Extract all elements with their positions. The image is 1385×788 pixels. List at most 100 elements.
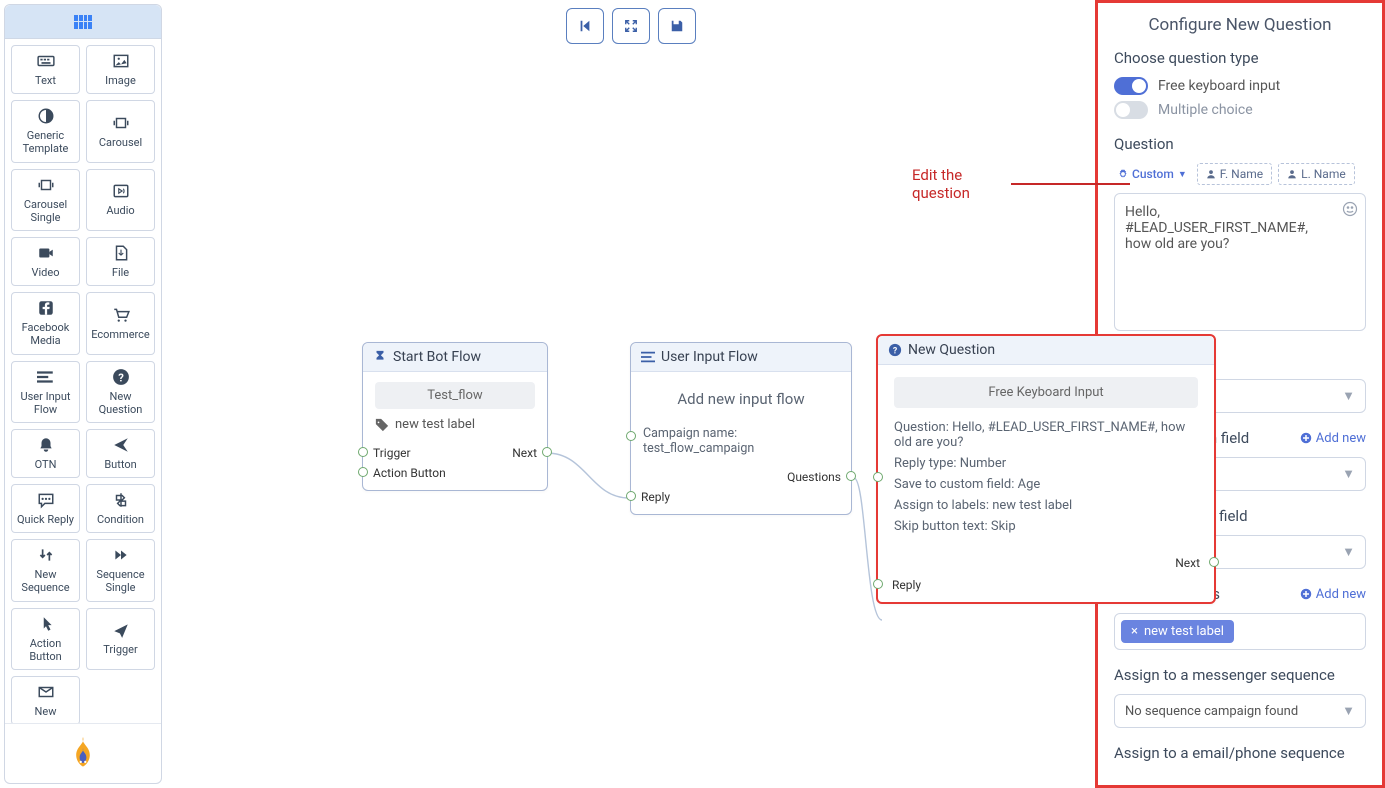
tool-label: Action Button xyxy=(14,637,77,663)
tool-label: Image xyxy=(105,74,136,87)
question-textarea[interactable] xyxy=(1114,193,1366,331)
tool-sequence-single[interactable]: Sequence Single xyxy=(86,539,155,601)
node-header: User Input Flow xyxy=(631,343,851,372)
emoji-button[interactable] xyxy=(1342,201,1358,221)
collapse-button[interactable] xyxy=(612,8,650,44)
node-title: Start Bot Flow xyxy=(393,349,481,365)
port-dot[interactable] xyxy=(358,467,368,477)
campaign-name: Campaign name: test_flow_campaign xyxy=(643,426,839,456)
tool-quick-reply[interactable]: Quick Reply xyxy=(11,484,80,533)
pointer-icon xyxy=(36,615,56,633)
tool-label: Condition xyxy=(97,513,144,526)
tool-label: Audio xyxy=(106,204,134,217)
tool-new[interactable]: New xyxy=(11,676,80,723)
tool-label: User Input Flow xyxy=(14,390,77,416)
tool-label: Carousel Single xyxy=(14,198,77,224)
lines-icon xyxy=(36,368,56,386)
svg-text:?: ? xyxy=(118,371,124,384)
port-questions-label: Questions xyxy=(787,470,841,484)
label-row: new test label xyxy=(375,417,535,432)
fname-var-button[interactable]: F. Name xyxy=(1197,163,1272,185)
save-button[interactable] xyxy=(658,8,696,44)
start-bot-flow-node[interactable]: Start Bot Flow Test_flow new test label … xyxy=(362,342,548,491)
port-dot[interactable] xyxy=(846,471,856,481)
tool-label: Text xyxy=(35,74,56,87)
port-next-label: Next xyxy=(1175,556,1200,570)
port-dot[interactable] xyxy=(1209,557,1219,567)
tool-label: Carousel xyxy=(99,136,142,149)
tool-action-button[interactable]: Action Button xyxy=(11,608,80,670)
new-question-node[interactable]: ? New Question Free Keyboard Input Quest… xyxy=(876,334,1216,604)
tool-carousel-single[interactable]: Carousel Single xyxy=(11,169,80,231)
rewind-button[interactable] xyxy=(566,8,604,44)
multiple-choice-switch[interactable] xyxy=(1114,101,1148,119)
tool-label: Video xyxy=(32,266,60,279)
add-input-flow-text: Add new input flow xyxy=(643,390,839,408)
tool-video[interactable]: Video xyxy=(11,237,80,286)
node-title: User Input Flow xyxy=(661,349,758,365)
tool-facebook-media[interactable]: Facebook Media xyxy=(11,292,80,354)
port-action-label: Action Button xyxy=(373,466,446,480)
tool-label: Sequence Single xyxy=(89,568,152,594)
carousel-icon xyxy=(36,176,56,194)
free-input-toggle-row: Free keyboard input xyxy=(1114,77,1366,95)
tool-condition[interactable]: Condition xyxy=(86,484,155,533)
tool-user-input-flow[interactable]: User Input Flow xyxy=(11,361,80,423)
tool-label: OTN xyxy=(35,458,57,471)
tool-trigger[interactable]: Trigger xyxy=(86,608,155,670)
port-dot[interactable] xyxy=(358,447,368,457)
tool-otn[interactable]: OTN xyxy=(11,429,80,478)
flow-name: Test_flow xyxy=(375,382,535,409)
tool-file[interactable]: File xyxy=(86,237,155,286)
save-custom-line: Save to custom field: Age xyxy=(894,477,1198,492)
facebook-icon xyxy=(36,299,56,317)
canvas-toolbar xyxy=(566,8,696,44)
label-pill-text: new test label xyxy=(1144,624,1224,639)
question-textarea-wrap xyxy=(1114,193,1366,335)
tool-ecommerce[interactable]: Ecommerce xyxy=(86,292,155,354)
node-body: Free Keyboard Input Question: Hello, #LE… xyxy=(878,365,1214,552)
tool-carousel[interactable]: Carousel xyxy=(86,100,155,162)
tool-image[interactable]: Image xyxy=(86,45,155,94)
envelope-icon xyxy=(36,683,56,701)
lname-var-button[interactable]: L. Name xyxy=(1278,163,1355,185)
remove-label-button[interactable]: × xyxy=(1131,624,1138,639)
labels-box[interactable]: × new test label xyxy=(1114,613,1366,650)
add-custom-field-button[interactable]: Add new xyxy=(1300,431,1366,446)
tool-label: Quick Reply xyxy=(17,513,74,526)
video-icon xyxy=(36,244,56,262)
port-dot[interactable] xyxy=(873,472,883,482)
port-dot[interactable] xyxy=(626,431,636,441)
audio-icon xyxy=(111,182,131,200)
tool-audio[interactable]: Audio xyxy=(86,169,155,231)
label-text: new test label xyxy=(395,417,475,432)
port-dot[interactable] xyxy=(542,447,552,457)
tool-label: New Question xyxy=(89,390,152,416)
tool-new-sequence[interactable]: New Sequence xyxy=(11,539,80,601)
question-heading: Question xyxy=(1114,135,1366,153)
add-label-button[interactable]: Add new xyxy=(1300,587,1366,602)
halfcircle-icon xyxy=(36,107,56,125)
port-reply-label: Reply xyxy=(641,490,670,504)
port-dot[interactable] xyxy=(873,579,883,589)
free-input-switch[interactable] xyxy=(1114,77,1148,95)
arrow-icon xyxy=(1011,174,1130,194)
svg-text:?: ? xyxy=(893,347,898,357)
tool-button[interactable]: Button xyxy=(86,429,155,478)
label-pill: × new test label xyxy=(1121,620,1234,643)
send-icon xyxy=(111,436,131,454)
node-body: Add new input flow Campaign name: test_f… xyxy=(631,372,851,466)
port-dot[interactable] xyxy=(626,491,636,501)
chip-label: Custom xyxy=(1132,167,1174,181)
tool-text[interactable]: Text xyxy=(11,45,80,94)
select-value: No sequence campaign found xyxy=(1125,704,1298,719)
flow-canvas[interactable]: Edit the question Start Bot Flow Test_fl… xyxy=(166,0,1095,788)
user-input-flow-node[interactable]: User Input Flow Add new input flow Campa… xyxy=(630,342,852,515)
tool-generic-template[interactable]: Generic Template xyxy=(11,100,80,162)
tool-new-question[interactable]: ? New Question xyxy=(86,361,155,423)
component-sidebar: Text Image Generic Template Carousel Carouse… xyxy=(4,4,162,784)
assign-sequence-select[interactable]: No sequence campaign found▼ xyxy=(1114,694,1366,728)
chat-icon xyxy=(36,491,56,509)
grid-icon xyxy=(74,15,92,29)
sidebar-grid-button[interactable] xyxy=(5,5,161,39)
